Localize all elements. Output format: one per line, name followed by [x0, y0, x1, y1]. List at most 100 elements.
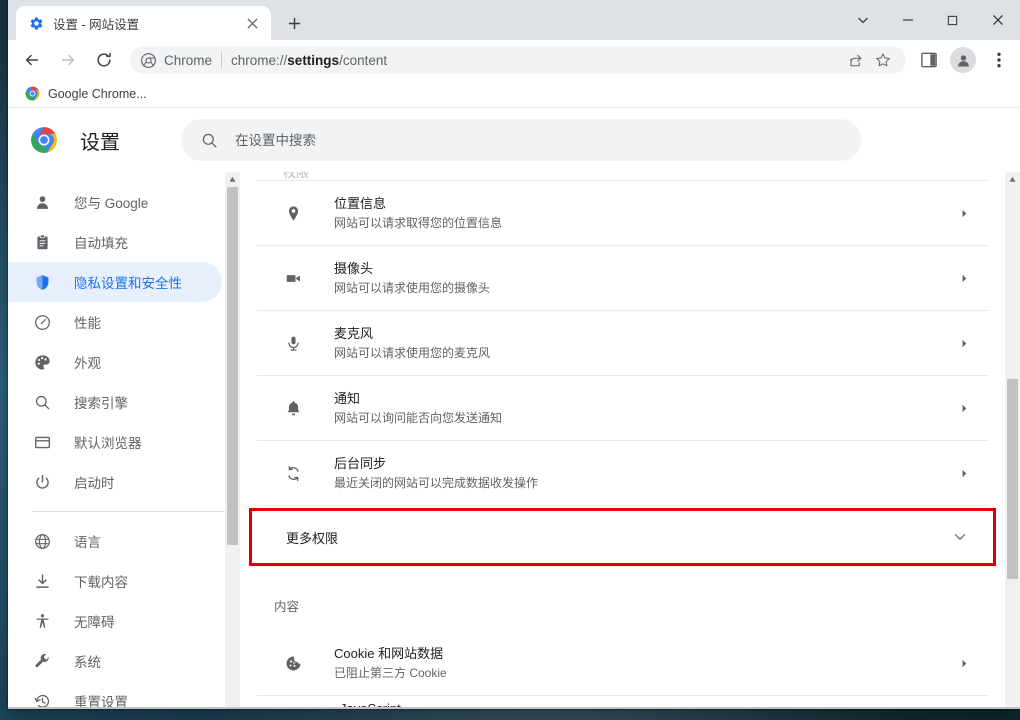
content-row-title: Cookie 和网站数据 — [334, 645, 444, 661]
permission-title: 摄像头 — [334, 260, 374, 276]
side-panel-icon[interactable] — [914, 45, 944, 75]
clipped-section-label: 权限 — [283, 172, 310, 180]
permissions-list: 位置信息 网站可以请求取得您的位置信息 摄像头 网站可以请求使用您的摄像头 麦克… — [257, 180, 988, 506]
sidebar-item-label: 系统 — [74, 655, 101, 670]
accessibility-icon — [32, 611, 52, 631]
omnibox-url: chrome://settings/content — [231, 53, 387, 68]
sidebar-scrollbar[interactable] — [225, 172, 240, 709]
permission-subtitle: 网站可以请求使用您的摄像头 — [334, 280, 491, 295]
clipboard-icon — [32, 232, 52, 252]
omnibox-separator — [221, 52, 223, 68]
sidebar-item-languages[interactable]: 语言 — [8, 521, 222, 561]
sidebar-scroll-track[interactable] — [225, 187, 240, 709]
bookmarks-bar: Google Chrome... — [8, 80, 1020, 108]
chevron-right-icon[interactable] — [956, 270, 972, 286]
permission-subtitle: 网站可以询问能否向您发送通知 — [334, 410, 503, 425]
sidebar-item-label: 隐私设置和安全性 — [74, 276, 182, 291]
sidebar-item-label: 性能 — [74, 316, 101, 331]
permission-row-camera[interactable]: 摄像头 网站可以请求使用您的摄像头 — [257, 246, 988, 311]
new-tab-button[interactable] — [280, 9, 308, 37]
content-row-cookies[interactable]: Cookie 和网站数据 已阻止第三方 Cookie — [257, 631, 988, 695]
permission-text: 通知 网站可以询问能否向您发送通知 — [334, 390, 956, 427]
palette-icon — [32, 352, 52, 372]
permission-text: 位置信息 网站可以请求取得您的位置信息 — [334, 195, 956, 232]
sidebar-item-reset-settings[interactable]: 重置设置 — [8, 681, 222, 709]
sidebar-item-you-and-google[interactable]: 您与 Google — [8, 182, 222, 222]
close-button[interactable] — [975, 3, 1020, 37]
url-suffix: /content — [339, 52, 388, 68]
chevron-right-icon[interactable] — [956, 400, 972, 416]
browser-window: 设置 - 网站设置 Chrome chrome://settings/conte… — [8, 0, 1020, 709]
content-section-list: Cookie 和网站数据 已阻止第三方 Cookie JavaScript — [257, 631, 988, 709]
minimize-button[interactable] — [885, 3, 930, 37]
sidebar-item-downloads[interactable]: 下载内容 — [8, 561, 222, 601]
permission-text: 麦克风 网站可以请求使用您的麦克风 — [334, 325, 956, 362]
scroll-up-arrow-icon[interactable] — [1005, 172, 1020, 187]
chevron-right-icon[interactable] — [956, 205, 972, 221]
search-input[interactable] — [235, 132, 843, 148]
sidebar-item-search-engine[interactable]: 搜索引擎 — [8, 382, 222, 422]
forward-arrow-icon[interactable] — [52, 44, 84, 76]
sidebar-item-privacy-and-security[interactable]: 隐私设置和安全性 — [8, 262, 222, 302]
sidebar-item-label: 下载内容 — [74, 575, 128, 590]
sidebar-item-label: 外观 — [74, 356, 101, 371]
close-icon[interactable] — [242, 13, 262, 33]
tab-search-chevron-down-icon[interactable] — [840, 3, 885, 37]
reload-icon[interactable] — [88, 44, 120, 76]
url-bold-part: settings — [287, 52, 340, 68]
chevron-down-icon[interactable] — [951, 528, 969, 546]
main-scroll-thumb[interactable] — [1007, 379, 1018, 579]
permission-subtitle: 网站可以请求使用您的麦克风 — [334, 345, 491, 360]
globe-icon — [32, 531, 52, 551]
share-icon[interactable] — [842, 47, 868, 73]
clipped-section-top: 权限 — [240, 172, 1005, 180]
settings-main: 权限 位置信息 网站可以请求取得您的位置信息 摄像头 网站可以请求使用您的摄像头… — [240, 172, 1020, 709]
main-scrollbar[interactable] — [1005, 172, 1020, 709]
more-permissions-highlight-wrapper: 更多权限 — [249, 506, 996, 568]
permission-text: 摄像头 网站可以请求使用您的摄像头 — [334, 260, 956, 297]
speedometer-icon — [32, 312, 52, 332]
permission-subtitle: 网站可以请求取得您的位置信息 — [334, 215, 503, 230]
search-box[interactable] — [181, 119, 861, 161]
more-permissions-row[interactable]: 更多权限 — [249, 508, 996, 566]
microphone-icon — [283, 333, 303, 353]
settings-sidebar: 您与 Google 自动填充 隐私设置和安全性 性能 外观 搜索引擎 默认浏览器… — [8, 172, 240, 709]
permission-row-microphone[interactable]: 麦克风 网站可以请求使用您的麦克风 — [257, 311, 988, 376]
avatar[interactable] — [950, 47, 976, 73]
chrome-logo-icon — [24, 86, 40, 102]
search-icon — [199, 130, 219, 150]
chevron-right-icon[interactable] — [956, 335, 972, 351]
permission-row-notifications[interactable]: 通知 网站可以询问能否向您发送通知 — [257, 376, 988, 441]
permission-row-background-sync[interactable]: 后台同步 最近关闭的网站可以完成数据收发操作 — [257, 441, 988, 506]
permission-subtitle: 最近关闭的网站可以完成数据收发操作 — [334, 475, 539, 490]
permission-row-location[interactable]: 位置信息 网站可以请求取得您的位置信息 — [257, 181, 988, 246]
main-scroll-track[interactable] — [1005, 187, 1020, 709]
maximize-button[interactable] — [930, 3, 975, 37]
wrench-icon — [32, 651, 52, 671]
sidebar-item-default-browser[interactable]: 默认浏览器 — [8, 422, 222, 462]
omnibox-scheme-label: Chrome — [164, 52, 213, 68]
omnibox-actions — [842, 47, 896, 73]
permission-text: 后台同步 最近关闭的网站可以完成数据收发操作 — [334, 455, 956, 492]
sidebar-item-performance[interactable]: 性能 — [8, 302, 222, 342]
back-arrow-icon[interactable] — [16, 44, 48, 76]
sidebar-divider — [32, 511, 240, 512]
chevron-right-icon[interactable] — [956, 655, 972, 671]
sidebar-item-accessibility[interactable]: 无障碍 — [8, 601, 222, 641]
sidebar-item-appearance[interactable]: 外观 — [8, 342, 222, 382]
shield-icon — [32, 272, 52, 292]
scroll-up-arrow-icon[interactable] — [225, 172, 240, 187]
sidebar-item-system[interactable]: 系统 — [8, 641, 222, 681]
sidebar-item-autofill[interactable]: 自动填充 — [8, 222, 222, 262]
bookmark-item[interactable]: Google Chrome... — [18, 83, 153, 105]
chevron-right-icon[interactable] — [956, 465, 972, 481]
three-dot-menu-icon[interactable] — [984, 45, 1014, 75]
search-icon — [32, 392, 52, 412]
location-pin-icon — [283, 203, 303, 223]
address-bar[interactable]: Chrome chrome://settings/content — [130, 46, 906, 74]
browser-tab[interactable]: 设置 - 网站设置 — [16, 6, 271, 40]
star-icon[interactable] — [870, 47, 896, 73]
sidebar-scroll-thumb[interactable] — [227, 187, 238, 545]
sidebar-item-on-startup[interactable]: 启动时 — [8, 462, 222, 502]
sync-icon — [283, 463, 303, 483]
